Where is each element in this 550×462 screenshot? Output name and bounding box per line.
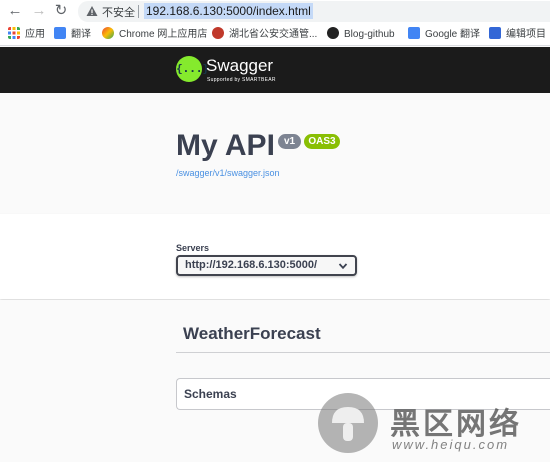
apps-grid-icon	[8, 27, 20, 39]
warning-icon	[86, 6, 98, 16]
arrow-left-icon[interactable]: ←	[6, 2, 24, 20]
bookmark-apps[interactable]: 应用	[8, 27, 45, 43]
tag-divider	[176, 352, 550, 353]
url-text[interactable]: 192.168.6.130:5000/index.html	[144, 3, 313, 19]
schemas-title: Schemas	[184, 387, 237, 401]
swagger-logo-glyph: {...}	[176, 62, 210, 75]
servers-section: Servers http://192.168.6.130:5000/	[0, 214, 550, 299]
selected-server: http://192.168.6.130:5000/	[185, 259, 318, 271]
version-badge: v1	[278, 134, 301, 149]
browser-toolbar: ← → ↻ 不安全 192.168.6.130:5000/index.html	[0, 0, 550, 24]
arrow-right-icon[interactable]: →	[30, 2, 48, 20]
servers-select[interactable]: http://192.168.6.130:5000/	[176, 255, 357, 276]
swagger-logo-subtitle: Supported by SMARTBEAR	[207, 77, 276, 83]
bookmark-label: Blog-github	[344, 29, 395, 40]
bookmark-edit-project[interactable]: 编辑项目	[489, 27, 546, 43]
bookmark-label: Chrome 网上应用店	[119, 29, 208, 40]
bookmarks-bar: 应用 翻译 Chrome 网上应用店 湖北省公安交通管... Blog-gith…	[0, 24, 550, 46]
police-badge-icon	[212, 27, 224, 39]
bookmark-blog-github[interactable]: Blog-github	[327, 27, 395, 43]
bookmark-label: 编辑项目	[506, 29, 546, 40]
swagger-topbar: {...} Swagger Supported by SMARTBEAR	[0, 47, 550, 93]
chevron-down-icon	[338, 263, 348, 270]
spec-url-link[interactable]: /swagger/v1/swagger.json	[176, 168, 280, 178]
reload-icon[interactable]: ↻	[52, 2, 70, 20]
translate-icon	[54, 27, 66, 39]
servers-label: Servers	[176, 243, 210, 253]
bookmark-police[interactable]: 湖北省公安交通管...	[212, 27, 317, 43]
swagger-logo-icon[interactable]: {...}	[176, 56, 210, 82]
tag-weatherforecast[interactable]: WeatherForecast	[183, 324, 321, 344]
bookmark-translate[interactable]: 翻译	[54, 27, 91, 43]
notion-icon	[327, 27, 339, 39]
bookmark-label: 应用	[25, 29, 45, 40]
swagger-logo-title[interactable]: Swagger	[206, 56, 273, 76]
bookmark-label: Google 翻译	[425, 29, 481, 40]
chrome-store-icon	[102, 27, 114, 39]
watermark-url: www.heiqu.com	[392, 437, 510, 452]
mushroom-icon	[332, 407, 364, 441]
address-bar[interactable]: 不安全 192.168.6.130:5000/index.html	[78, 1, 550, 22]
edit-project-icon	[489, 27, 501, 39]
bookmark-chrome-store[interactable]: Chrome 网上应用店	[102, 27, 207, 43]
watermark-logo-icon	[318, 393, 378, 453]
api-info: My API v1 OAS3 /swagger/v1/swagger.json	[0, 93, 550, 214]
oas-badge: OAS3	[304, 134, 340, 149]
bookmark-google-translate[interactable]: Google 翻译	[408, 27, 480, 43]
omnibox-divider	[138, 5, 139, 18]
bookmark-label: 翻译	[71, 29, 91, 40]
security-status[interactable]: 不安全	[102, 4, 135, 20]
bookmark-label: 湖北省公安交通管...	[229, 29, 318, 40]
api-title: My API	[176, 129, 275, 162]
translate-icon	[408, 27, 420, 39]
